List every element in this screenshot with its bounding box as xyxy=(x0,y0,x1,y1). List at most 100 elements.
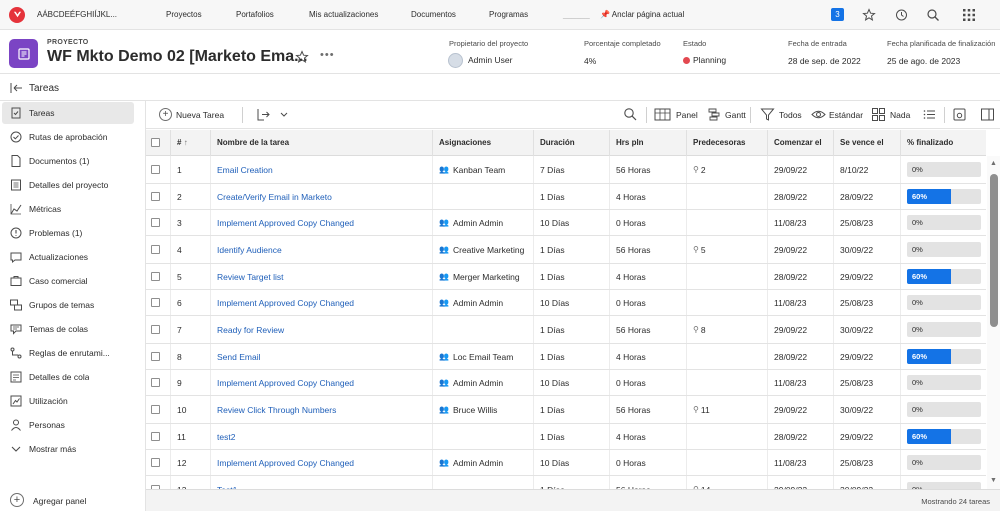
task-name-link[interactable]: Ready for Review xyxy=(210,316,432,343)
side-panel-toggle-icon[interactable] xyxy=(980,107,995,122)
nav-link-projects[interactable]: Proyectos xyxy=(166,10,202,19)
task-name-link[interactable]: Test1 xyxy=(210,476,432,489)
scroll-up-icon[interactable]: ▲ xyxy=(990,160,997,167)
row-select-cell[interactable] xyxy=(146,450,170,475)
settings-panel-icon[interactable] xyxy=(952,107,967,122)
sidebar-item-people[interactable]: Personas xyxy=(2,414,134,436)
task-name-link[interactable]: Implement Approved Copy Changed xyxy=(210,370,432,395)
collapse-panel-icon[interactable] xyxy=(10,82,23,94)
row-select-cell[interactable] xyxy=(146,264,170,289)
scroll-down-icon[interactable]: ▼ xyxy=(990,477,997,484)
row-select-cell[interactable] xyxy=(146,476,170,489)
sidebar-item-task[interactable]: Tareas xyxy=(2,102,134,124)
gantt-button[interactable]: Gantt xyxy=(725,110,746,120)
task-name-link[interactable]: Identify Audience xyxy=(210,236,432,263)
sidebar-item-topic-groups[interactable]: Grupos de temas xyxy=(2,294,134,316)
row-select-cell[interactable] xyxy=(146,156,170,183)
task-name-link[interactable]: Send Email xyxy=(210,344,432,369)
row-select-cell[interactable] xyxy=(146,370,170,395)
row-select-cell[interactable] xyxy=(146,210,170,235)
row-checkbox[interactable] xyxy=(151,458,160,467)
app-grid-icon[interactable] xyxy=(962,8,976,22)
header-due-date[interactable]: Se vence el xyxy=(833,130,900,156)
table-row[interactable]: 12 Implement Approved Copy Changed 👥 Admin … xyxy=(146,450,986,476)
owner-field-value[interactable]: Admin User xyxy=(468,55,512,65)
history-icon[interactable] xyxy=(894,8,908,22)
sidebar-item-approval[interactable]: Rutas de aprobación xyxy=(2,126,134,148)
export-icon[interactable] xyxy=(256,107,271,122)
notification-badge[interactable]: 3 xyxy=(831,8,844,21)
status-value[interactable]: Planning xyxy=(683,55,726,65)
task-name-link[interactable]: Implement Approved Copy Changed xyxy=(210,450,432,475)
sidebar-item-queue-details[interactable]: Detalles de cola xyxy=(2,366,134,388)
row-select-cell[interactable] xyxy=(146,236,170,263)
table-row[interactable]: 6 Implement Approved Copy Changed 👥 Admin A… xyxy=(146,290,986,316)
table-row[interactable]: 9 Implement Approved Copy Changed 👥 Admin A… xyxy=(146,370,986,396)
row-checkbox[interactable] xyxy=(151,352,160,361)
task-name-link[interactable]: Review Target list xyxy=(210,264,432,289)
row-checkbox[interactable] xyxy=(151,192,160,201)
table-row[interactable]: 13Test1 1 Días56 Horas⚲1429/09/2230/09/22… xyxy=(146,476,986,489)
panel-button[interactable]: Panel xyxy=(676,110,698,120)
sidebar-item-utilization[interactable]: Utilización xyxy=(2,390,134,412)
row-select-cell[interactable] xyxy=(146,424,170,449)
row-checkbox[interactable] xyxy=(151,325,160,334)
table-row[interactable]: 11 test2 1 Días 4 Horas 28/09/22 29/09/22 60% xyxy=(146,424,986,450)
header-start-date[interactable]: Comenzar el xyxy=(767,130,833,156)
row-checkbox[interactable] xyxy=(151,432,160,441)
row-select-cell[interactable] xyxy=(146,344,170,369)
pin-page-button[interactable]: 📌 Anclar página actual xyxy=(600,10,684,19)
header-duration[interactable]: Duración xyxy=(533,130,609,156)
sidebar-item-chevron-down[interactable]: Mostrar más xyxy=(2,438,134,460)
header-task-name[interactable]: Nombre de la tarea xyxy=(210,130,432,156)
table-row[interactable]: 5 Review Target list 👥 Merger Marketing 1 Dí… xyxy=(146,264,986,290)
nav-link-blank[interactable]: ______ xyxy=(563,10,590,19)
row-select-cell[interactable] xyxy=(146,316,170,343)
sidebar-item-queue-topics[interactable]: Temas de colas xyxy=(2,318,134,340)
sidebar-item-metrics[interactable]: Métricas xyxy=(2,198,134,220)
workfront-logo-icon[interactable] xyxy=(9,6,25,23)
row-checkbox[interactable] xyxy=(151,378,160,387)
table-search-icon[interactable] xyxy=(623,107,638,122)
panel-view-icon[interactable] xyxy=(654,107,671,122)
nav-link-my-updates[interactable]: Mis actualizaciones xyxy=(309,10,378,19)
table-row[interactable]: 7 Ready for Review 1 Días 56 Horas ⚲ 8 29/09/2… xyxy=(146,316,986,344)
search-icon[interactable] xyxy=(926,8,940,22)
task-name-link[interactable]: Implement Approved Copy Changed xyxy=(210,210,432,235)
select-all-checkbox[interactable] xyxy=(151,138,160,147)
header-predecessors[interactable]: Predecesoras xyxy=(686,130,767,156)
project-title[interactable]: WF Mkto Demo 02 [Marketo Ema... xyxy=(47,48,308,66)
filter-icon[interactable] xyxy=(760,107,775,122)
task-name-link[interactable]: test2 xyxy=(210,424,432,449)
header-assignments[interactable]: Asignaciones xyxy=(432,130,533,156)
row-checkbox[interactable] xyxy=(151,272,160,281)
sidebar-item-issue[interactable]: Problemas (1) xyxy=(2,222,134,244)
add-panel-button[interactable]: Agregar panel xyxy=(33,496,86,506)
row-select-cell[interactable] xyxy=(146,396,170,423)
sidebar-item-details[interactable]: Detalles del proyecto xyxy=(2,174,134,196)
sidebar-item-updates[interactable]: Actualizaciones xyxy=(2,246,134,268)
row-checkbox[interactable] xyxy=(151,245,160,254)
table-row[interactable]: 10 Review Click Through Numbers 👥 Bruce Wil… xyxy=(146,396,986,424)
row-checkbox[interactable] xyxy=(151,165,160,174)
table-row[interactable]: 1 Email Creation 👥 Kanban Team 7 Días 56 Hora… xyxy=(146,156,986,184)
group-icon[interactable] xyxy=(871,107,886,122)
task-name-link[interactable]: Create/Verify Email in Marketo xyxy=(210,184,432,209)
nav-link-programs[interactable]: Programas xyxy=(489,10,528,19)
add-panel-icon[interactable]: + xyxy=(10,493,24,507)
row-select-cell[interactable] xyxy=(146,184,170,209)
star-icon[interactable] xyxy=(862,8,876,22)
row-select-cell[interactable] xyxy=(146,290,170,315)
table-row[interactable]: 8 Send Email 👥 Loc Email Team 1 Días 4 Horas 2… xyxy=(146,344,986,370)
row-checkbox[interactable] xyxy=(151,405,160,414)
row-checkbox[interactable] xyxy=(151,218,160,227)
task-name-link[interactable]: Email Creation xyxy=(210,156,432,183)
sidebar-item-business-case[interactable]: Caso comercial xyxy=(2,270,134,292)
sidebar-item-document[interactable]: Documentos (1) xyxy=(2,150,134,172)
view-eye-icon[interactable] xyxy=(811,107,826,122)
group-button[interactable]: Nada xyxy=(890,110,910,120)
export-chevron-down-icon[interactable] xyxy=(279,107,289,122)
task-name-link[interactable]: Implement Approved Copy Changed xyxy=(210,290,432,315)
row-checkbox[interactable] xyxy=(151,298,160,307)
new-task-button[interactable]: Nueva Tarea xyxy=(176,110,224,120)
